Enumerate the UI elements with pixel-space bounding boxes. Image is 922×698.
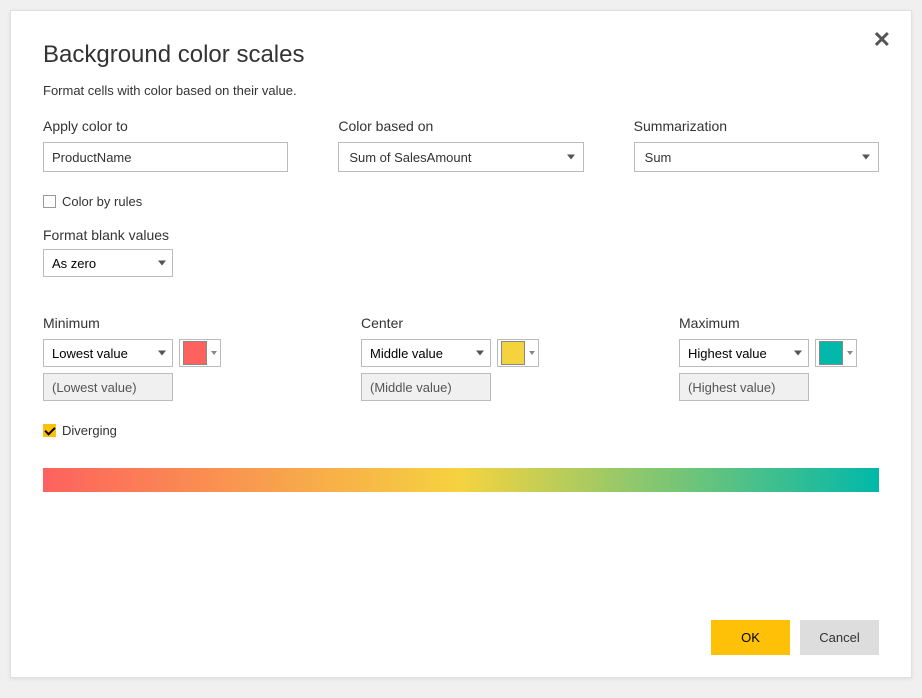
summarization-select[interactable]: Sum <box>634 142 879 172</box>
ok-button[interactable]: OK <box>711 620 790 655</box>
center-value-display: (Middle value) <box>361 373 491 401</box>
color-by-rules-checkbox[interactable] <box>43 195 56 208</box>
format-blank-label: Format blank values <box>43 227 879 243</box>
format-blank-value: As zero <box>52 256 96 271</box>
apply-color-to-label: Apply color to <box>43 118 288 134</box>
summarization-value: Sum <box>645 150 672 165</box>
dialog-title: Background color scales <box>43 41 879 69</box>
center-color-swatch <box>501 341 525 365</box>
diverging-checkbox[interactable] <box>43 424 56 437</box>
color-based-on-select[interactable]: Sum of SalesAmount <box>338 142 583 172</box>
maximum-color-picker[interactable] <box>815 339 857 367</box>
cancel-button[interactable]: Cancel <box>800 620 879 655</box>
chevron-down-icon <box>862 155 870 160</box>
maximum-mode-select[interactable]: Highest value <box>679 339 809 367</box>
chevron-down-icon <box>529 351 535 355</box>
format-blank-select[interactable]: As zero <box>43 249 173 277</box>
color-by-rules-label: Color by rules <box>62 194 142 209</box>
maximum-label: Maximum <box>679 315 879 331</box>
chevron-down-icon <box>158 351 166 356</box>
summarization-label: Summarization <box>634 118 879 134</box>
minimum-column: Minimum Lowest value (Lowest value) <box>43 315 243 401</box>
chevron-down-icon <box>847 351 853 355</box>
chevron-down-icon <box>211 351 217 355</box>
chevron-down-icon <box>794 351 802 356</box>
gradient-preview-bar <box>43 468 879 492</box>
dialog-subtitle: Format cells with color based on their v… <box>43 83 879 98</box>
center-column: Center Middle value (Middle value) <box>361 315 561 401</box>
center-mode-value: Middle value <box>370 346 443 361</box>
center-color-picker[interactable] <box>497 339 539 367</box>
maximum-column: Maximum Highest value (Highest value) <box>679 315 879 401</box>
maximum-value-display: (Highest value) <box>679 373 809 401</box>
minimum-mode-value: Lowest value <box>52 346 128 361</box>
apply-color-to-input[interactable] <box>43 142 288 172</box>
color-based-on-value: Sum of SalesAmount <box>349 150 471 165</box>
center-label: Center <box>361 315 561 331</box>
close-icon[interactable]: ✕ <box>873 29 891 51</box>
chevron-down-icon <box>158 261 166 266</box>
minimum-label: Minimum <box>43 315 243 331</box>
color-based-on-label: Color based on <box>338 118 583 134</box>
chevron-down-icon <box>476 351 484 356</box>
minimum-mode-select[interactable]: Lowest value <box>43 339 173 367</box>
minimum-color-picker[interactable] <box>179 339 221 367</box>
center-mode-select[interactable]: Middle value <box>361 339 491 367</box>
chevron-down-icon <box>567 155 575 160</box>
diverging-label: Diverging <box>62 423 117 438</box>
maximum-mode-value: Highest value <box>688 346 767 361</box>
maximum-color-swatch <box>819 341 843 365</box>
background-color-scales-dialog: ✕ Background color scales Format cells w… <box>10 10 912 678</box>
minimum-value-display: (Lowest value) <box>43 373 173 401</box>
minimum-color-swatch <box>183 341 207 365</box>
